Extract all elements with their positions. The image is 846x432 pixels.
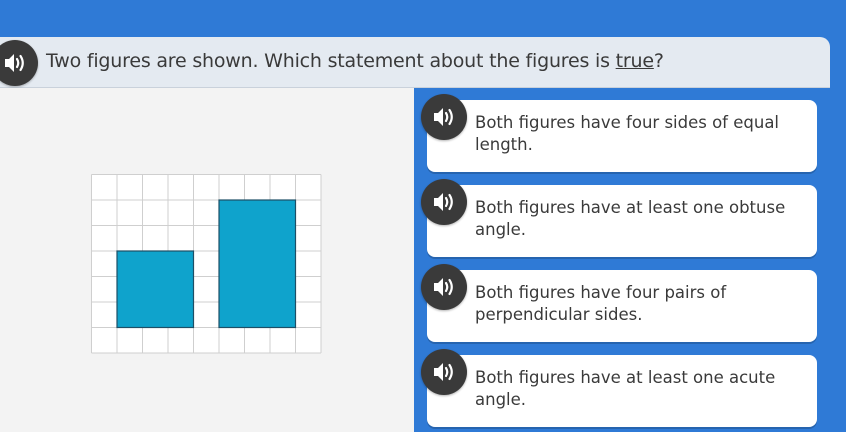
question-emphasis: true bbox=[615, 50, 654, 72]
speaker-icon bbox=[434, 108, 453, 126]
speaker-icon bbox=[434, 278, 453, 296]
question-text-after: ? bbox=[653, 50, 664, 72]
answer-choices: Both figures have four sides of equal le… bbox=[414, 88, 830, 432]
answer-choice-4[interactable]: Both figures have at least one acute ang… bbox=[421, 349, 817, 427]
answer-choice-3[interactable]: Both figures have four pairs of perpendi… bbox=[421, 264, 817, 342]
question-audio-button[interactable] bbox=[0, 40, 38, 86]
question-text: Two figures are shown. Which statement a… bbox=[46, 50, 664, 72]
speaker-icon bbox=[5, 54, 24, 72]
answer-2-text: Both figures have at least one obtuse an… bbox=[475, 198, 786, 239]
question-bar: Two figures are shown. Which statement a… bbox=[0, 37, 830, 88]
answer-3-audio-button[interactable] bbox=[421, 264, 467, 310]
answer-choice-1[interactable]: Both figures have four sides of equal le… bbox=[421, 94, 817, 172]
figure-panel bbox=[0, 88, 414, 432]
question-text-before: Two figures are shown. Which statement a… bbox=[46, 50, 616, 72]
answer-3-text: Both figures have four pairs of perpendi… bbox=[475, 283, 727, 324]
figures-grid bbox=[91, 174, 322, 354]
speaker-icon bbox=[434, 363, 453, 381]
answer-4-audio-button[interactable] bbox=[421, 349, 467, 395]
figure-rectangle bbox=[218, 199, 297, 329]
answer-2-audio-button[interactable] bbox=[421, 179, 467, 225]
figure-square bbox=[116, 250, 195, 329]
answer-4-text: Both figures have at least one acute ang… bbox=[475, 368, 776, 409]
answer-1-audio-button[interactable] bbox=[421, 94, 467, 140]
answer-choice-2[interactable]: Both figures have at least one obtuse an… bbox=[421, 179, 817, 257]
speaker-icon bbox=[434, 193, 453, 211]
answer-1-text: Both figures have four sides of equal le… bbox=[475, 113, 780, 154]
